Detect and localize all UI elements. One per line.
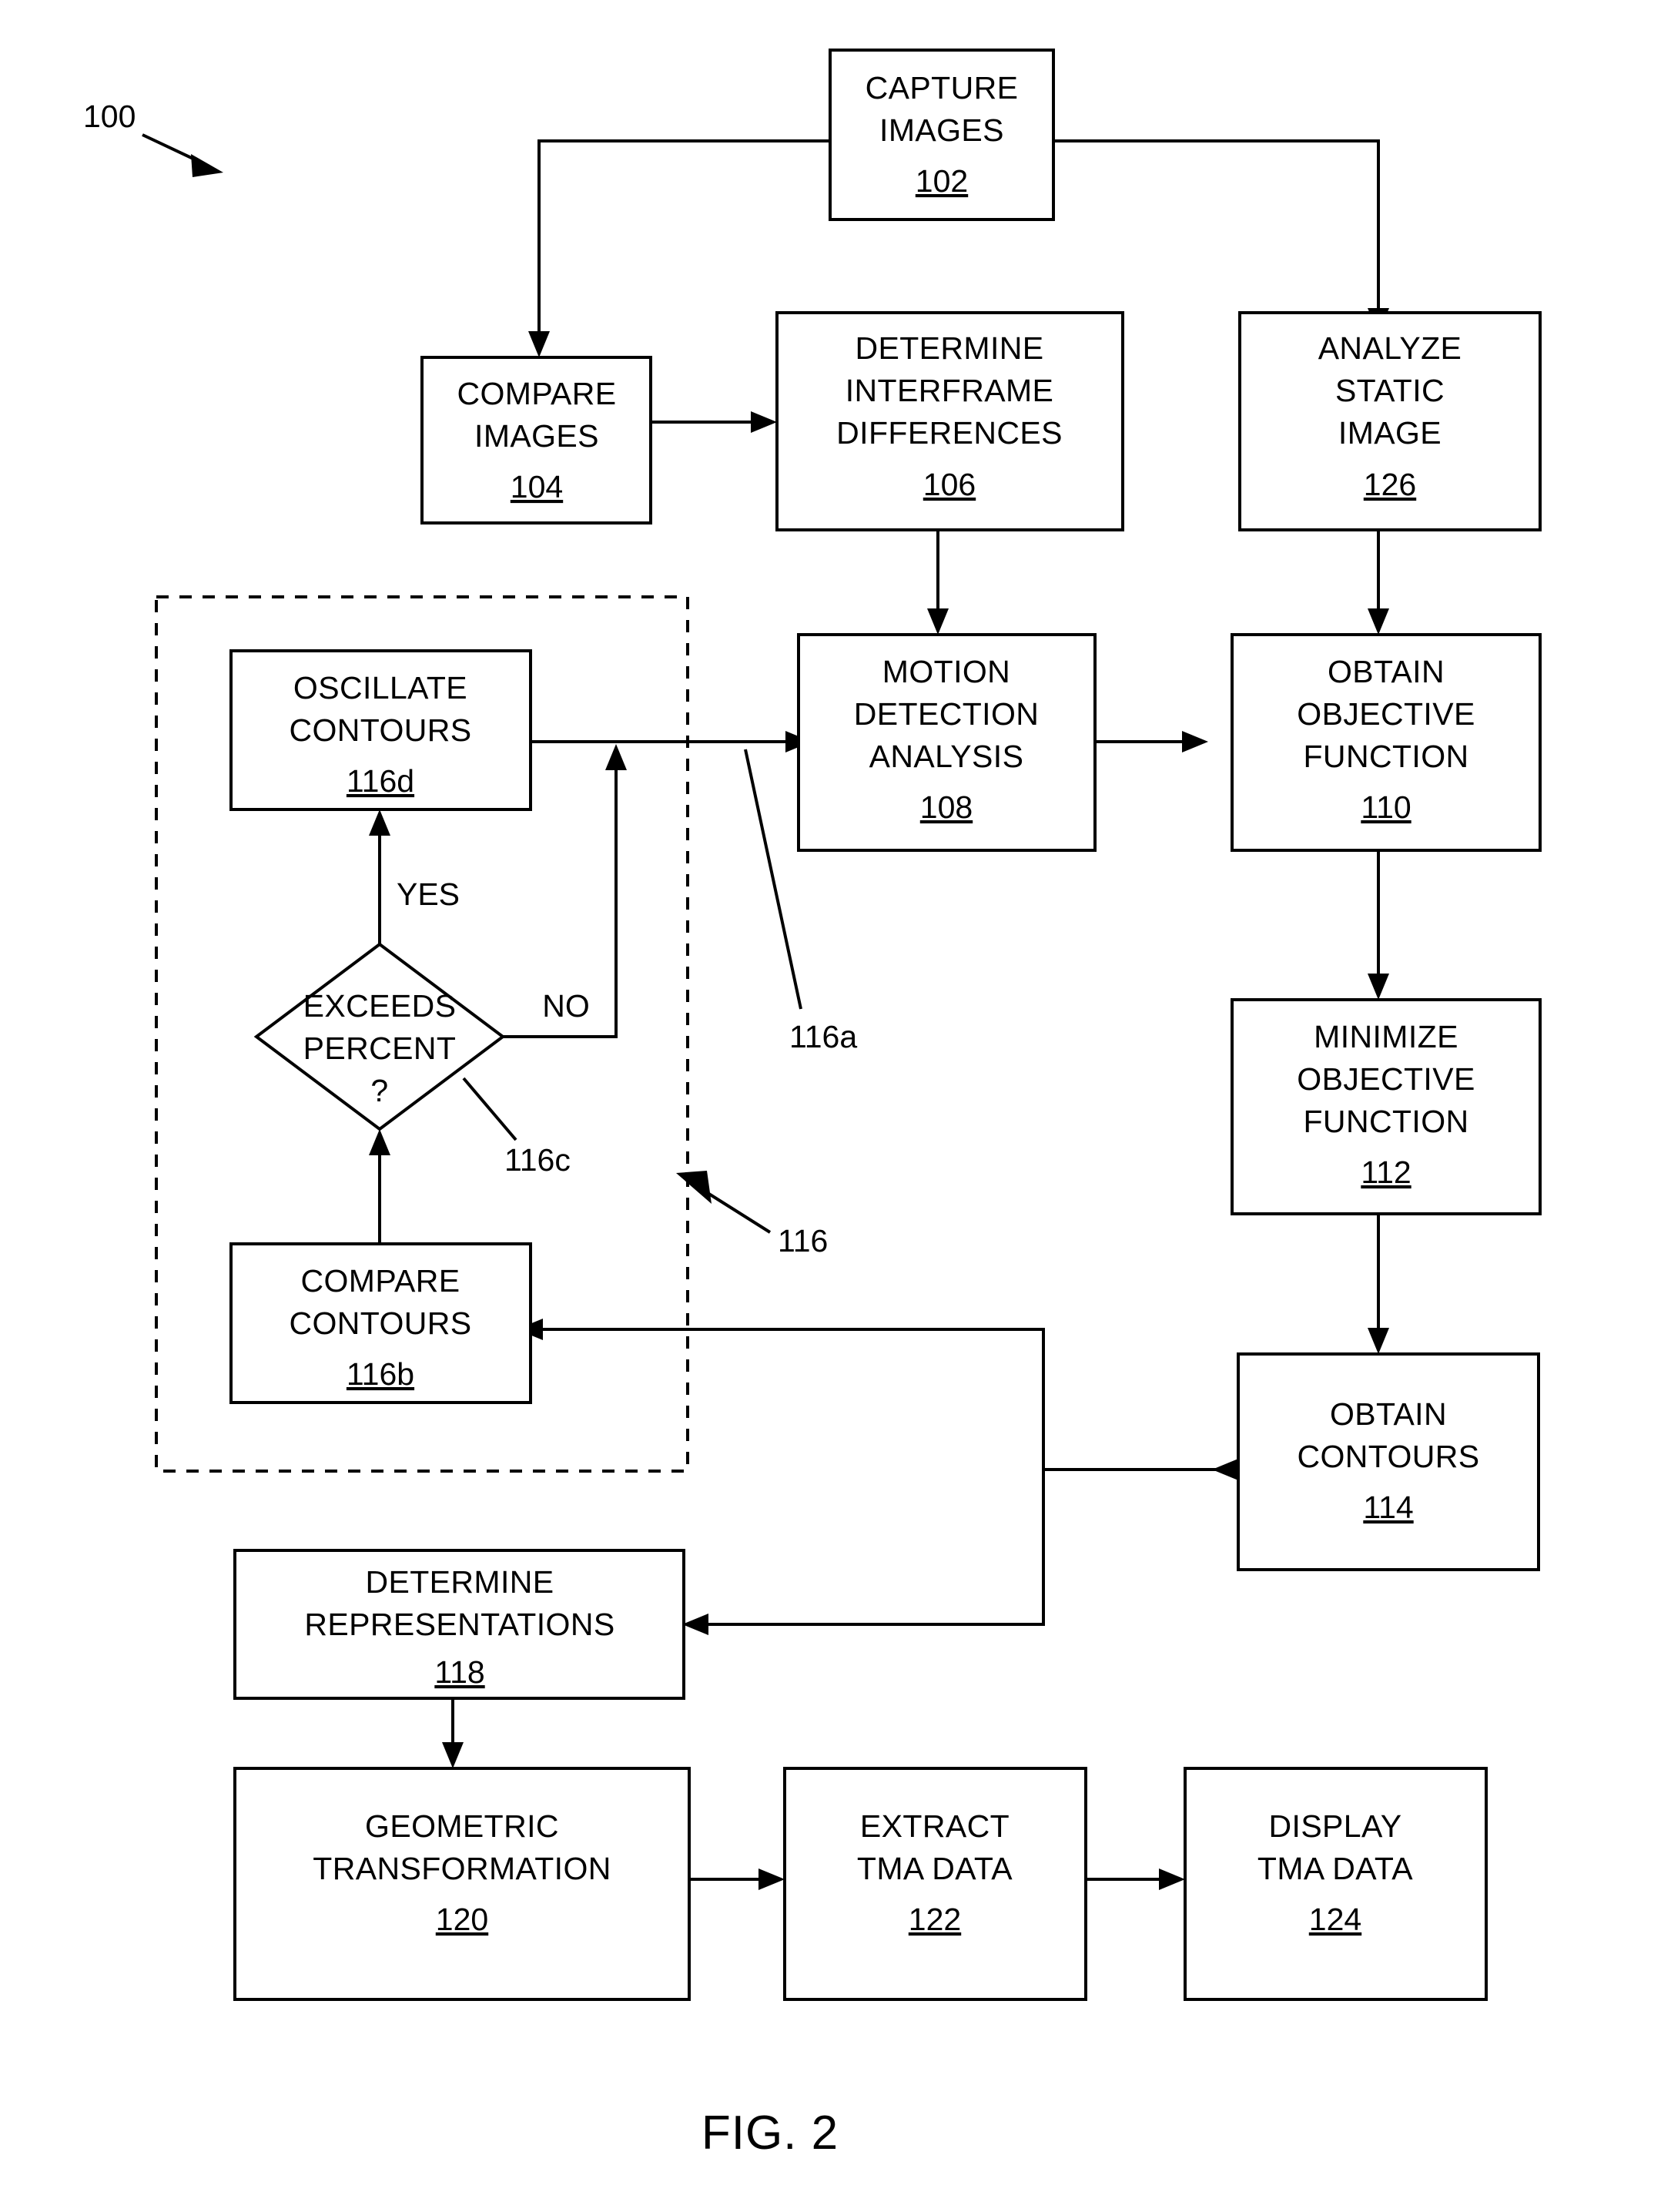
arrowhead-exceeds-no <box>605 744 627 770</box>
node-label-line: DETERMINE <box>365 1564 554 1600</box>
node-label-line: MOTION <box>882 654 1010 689</box>
arrowhead-exceeds-yes <box>369 809 390 836</box>
node-number: 116d <box>347 763 414 799</box>
node-label-line: COMPARE <box>457 376 616 411</box>
ref-116-label: 116 <box>778 1223 828 1258</box>
node-label-line: OBTAIN <box>1330 1396 1447 1432</box>
node-label-line: STATIC <box>1335 373 1445 408</box>
node-label-line: IMAGES <box>879 112 1004 148</box>
node-number: 110 <box>1361 789 1411 825</box>
node-geometric-transformation[interactable]: GEOMETRIC TRANSFORMATION 120 <box>233 1767 691 2001</box>
patent-figure: OSCILLATE CONTOURS --> right then up int… <box>0 0 1671 2212</box>
node-label-line: EXTRACT <box>860 1808 1010 1844</box>
node-motion-detection-analysis[interactable]: MOTION DETECTION ANALYSIS 108 <box>797 633 1097 852</box>
arrowhead-analyze-to-obtain-objective <box>1368 608 1389 635</box>
ref-100-label: 100 <box>83 99 136 134</box>
node-compare-images[interactable]: COMPARE IMAGES 104 <box>420 356 652 525</box>
node-label-line: REPRESENTATIONS <box>304 1607 614 1642</box>
node-label-line: DETECTION <box>854 696 1040 732</box>
edge-capture-to-compare <box>537 139 830 334</box>
ref-116a-label: 116a <box>789 1019 857 1054</box>
node-label-line: CONTOURS <box>289 1305 471 1341</box>
arrowhead-geometric-to-extract <box>758 1868 785 1890</box>
node-obtain-contours[interactable]: OBTAIN CONTOURS 114 <box>1237 1352 1540 1571</box>
node-label-line: OBJECTIVE <box>1297 696 1475 732</box>
node-label-line: TMA DATA <box>857 1851 1013 1886</box>
node-label-line: CONTOURS <box>289 712 471 748</box>
ref-116c-label: 116c <box>504 1142 571 1178</box>
node-number: 116b <box>347 1356 414 1392</box>
node-label-line: COMPARE <box>300 1263 460 1299</box>
node-label-line: DIFFERENCES <box>836 415 1063 451</box>
ref-116a-leader <box>744 749 802 1010</box>
node-label-line: ? <box>370 1073 388 1108</box>
node-label-line: GEOMETRIC <box>365 1808 559 1844</box>
node-determine-interframe-differences[interactable]: DETERMINE INTERFRAME DIFFERENCES 106 <box>775 311 1124 531</box>
arrowhead-interframe-to-motion <box>927 608 949 635</box>
node-number: 112 <box>1361 1155 1411 1190</box>
node-capture-images[interactable]: CAPTURE IMAGES 102 <box>829 49 1055 221</box>
node-number: 124 <box>1309 1902 1361 1937</box>
node-minimize-objective-function[interactable]: MINIMIZE OBJECTIVE FUNCTION 112 <box>1231 998 1542 1215</box>
node-determine-representations[interactable]: DETERMINE REPRESENTATIONS 118 <box>233 1549 685 1700</box>
node-label-line: IMAGE <box>1338 415 1442 451</box>
node-number: 104 <box>511 469 563 504</box>
arrowhead-determine-to-geometric <box>442 1742 464 1768</box>
node-label-line: OBTAIN <box>1328 654 1445 689</box>
edge-obtain-contours-to-compare-contours <box>543 1328 1238 1471</box>
node-obtain-objective-function[interactable]: OBTAIN OBJECTIVE FUNCTION 110 <box>1231 633 1542 852</box>
arrowhead-compare-contours-to-exceeds <box>369 1129 390 1155</box>
arrowhead-compare-to-interframe <box>751 411 777 433</box>
arrowhead-obtain-to-minimize <box>1368 974 1389 1000</box>
arrowhead-capture-to-compare <box>528 331 550 357</box>
edge-capture-to-analyze <box>1053 139 1380 311</box>
node-compare-contours[interactable]: COMPARE CONTOURS 116b <box>229 1242 532 1404</box>
node-label-line: DISPLAY <box>1269 1808 1402 1844</box>
node-display-tma-data[interactable]: DISPLAY TMA DATA 124 <box>1184 1767 1488 2001</box>
node-exceeds-percent-decision[interactable]: EXCEEDS PERCENT ? <box>253 942 506 1131</box>
ref-116c-leader <box>462 1077 517 1141</box>
arrowhead-trunk-from-obtain-contours <box>1212 1459 1238 1480</box>
node-number: 108 <box>920 789 973 825</box>
node-label-line: FUNCTION <box>1303 1104 1468 1139</box>
node-label-line: CAPTURE <box>866 70 1019 106</box>
node-number: 106 <box>923 467 976 502</box>
arrowhead-to-determine-representations <box>682 1614 708 1635</box>
arrowhead-motion-to-obtain-objective <box>1182 731 1208 752</box>
node-label-line: IMAGES <box>474 418 599 454</box>
node-number: 114 <box>1363 1490 1413 1525</box>
node-label-line: TMA DATA <box>1257 1851 1413 1886</box>
node-label-line: MINIMIZE <box>1314 1019 1458 1054</box>
node-number: 102 <box>916 163 968 199</box>
node-label-line: FUNCTION <box>1303 739 1468 774</box>
node-number: 126 <box>1364 467 1416 502</box>
ref-116-leader <box>676 1171 772 1234</box>
node-label-line: DETERMINE <box>855 330 1043 366</box>
arrowhead-minimize-to-obtain-contours <box>1368 1328 1389 1354</box>
node-number: 122 <box>909 1902 961 1937</box>
node-oscillate-contours[interactable]: OSCILLATE CONTOURS 116d <box>229 649 532 811</box>
figure-caption: FIG. 2 <box>702 2106 839 2160</box>
node-label-line: OBJECTIVE <box>1297 1061 1475 1097</box>
node-number: 118 <box>434 1654 484 1690</box>
node-label-line: OSCILLATE <box>293 670 467 705</box>
edge-trunk-to-determine-representations <box>708 1329 1045 1626</box>
node-label-line: ANALYZE <box>1318 330 1462 366</box>
arrowhead-extract-to-display <box>1159 1868 1185 1890</box>
node-analyze-static-image[interactable]: ANALYZE STATIC IMAGE 126 <box>1238 311 1542 531</box>
node-label-line: CONTOURS <box>1297 1439 1479 1474</box>
flowchart-canvas: OSCILLATE CONTOURS --> right then up int… <box>83 49 1542 2160</box>
node-label-line: EXCEEDS <box>303 988 457 1024</box>
edge-label-no: NO <box>542 988 590 1024</box>
edge-label-yes: YES <box>397 876 460 912</box>
node-label-line: INTERFRAME <box>846 373 1054 408</box>
node-number: 120 <box>436 1902 488 1937</box>
node-extract-tma-data[interactable]: EXTRACT TMA DATA 122 <box>783 1767 1087 2001</box>
ref-100-leader <box>142 133 223 177</box>
node-label-line: TRANSFORMATION <box>313 1851 611 1886</box>
node-label-line: ANALYSIS <box>869 739 1024 774</box>
node-label-line: PERCENT <box>303 1031 457 1066</box>
